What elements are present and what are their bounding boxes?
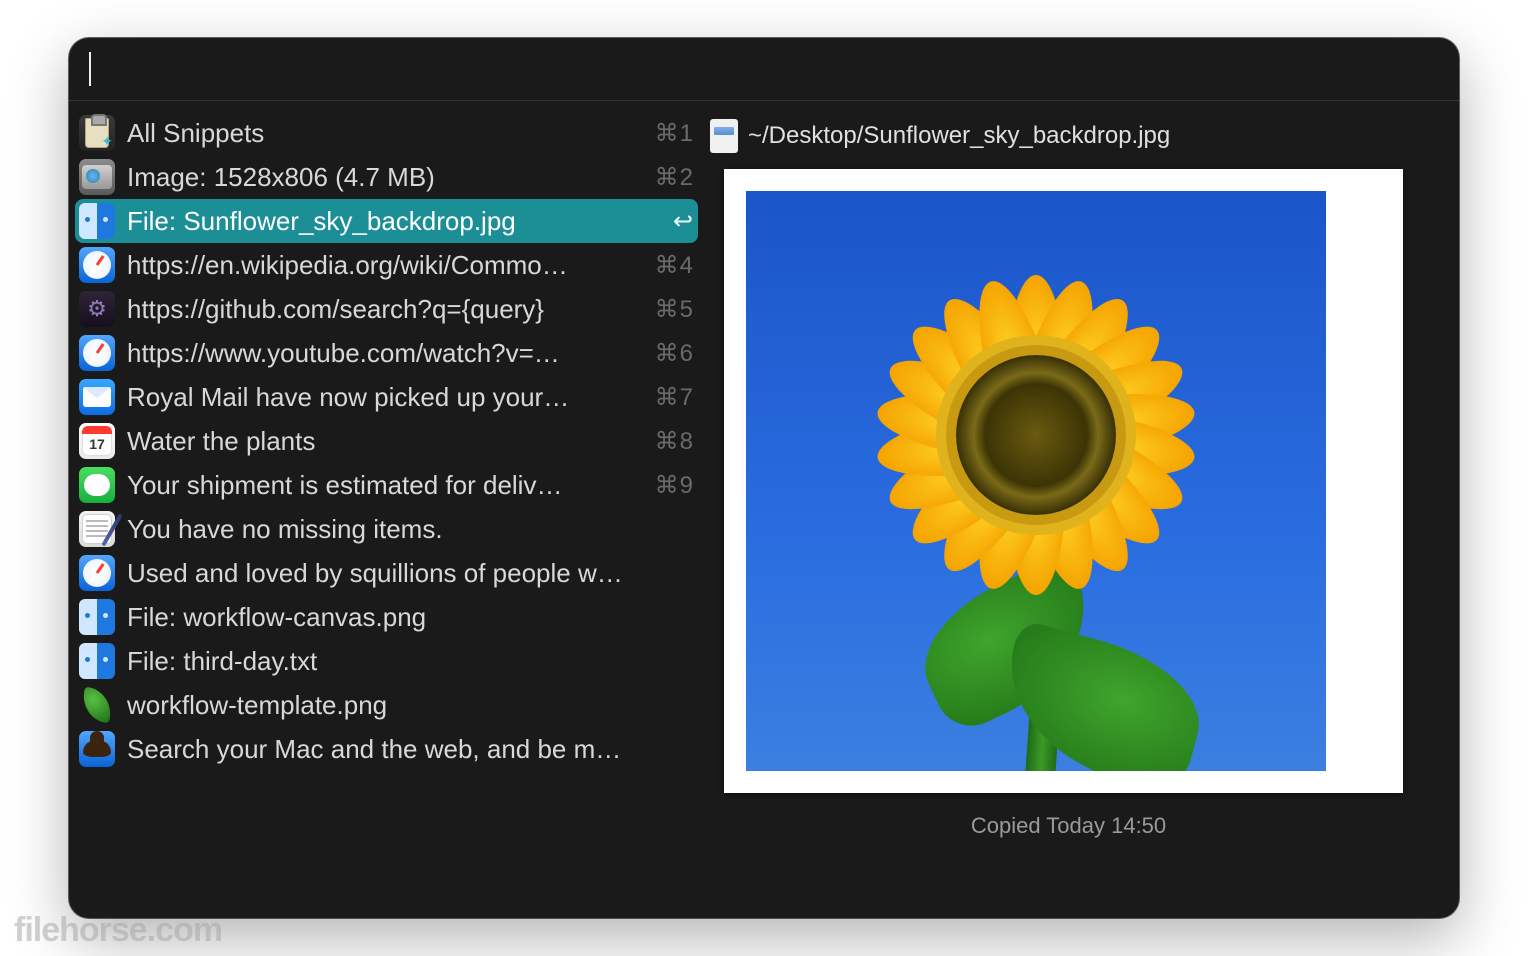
preview-thumbnail [746, 191, 1326, 771]
finder-icon [79, 643, 115, 679]
result-label: Royal Mail have now picked up your… [127, 382, 645, 413]
result-row[interactable]: workflow-template.png [69, 683, 704, 727]
clipboard-window: All Snippets ⌘1 Image: 1528x806 (4.7 MB) ⌘2… [69, 38, 1459, 918]
result-label: You have no missing items. [127, 514, 694, 545]
calendar-icon [79, 423, 115, 459]
safari-icon [79, 247, 115, 283]
notes-icon [79, 511, 115, 547]
preview-file-path: ~/Desktop/Sunflower_sky_backdrop.jpg [704, 119, 1433, 153]
safari-icon [79, 335, 115, 371]
preview-pane: ~/Desktop/Sunflower_sky_backdrop.jpg Cop… [704, 101, 1459, 918]
result-row[interactable]: Used and loved by squillions of people w… [69, 551, 704, 595]
result-label: All Snippets [127, 118, 645, 149]
result-row[interactable]: File: workflow-canvas.png [69, 595, 704, 639]
result-row[interactable]: You have no missing items. [69, 507, 704, 551]
keyboard-shortcut: ⌘2 [655, 163, 694, 192]
preview-icon [79, 159, 115, 195]
result-row[interactable]: All Snippets ⌘1 [69, 111, 704, 155]
keyboard-shortcut: ⌘9 [655, 471, 694, 500]
preview-path-text: ~/Desktop/Sunflower_sky_backdrop.jpg [748, 122, 1170, 150]
finder-icon [79, 599, 115, 635]
keyboard-shortcut: ⌘8 [655, 427, 694, 456]
messages-icon [79, 467, 115, 503]
finder-icon [79, 203, 115, 239]
result-label: File: Sunflower_sky_backdrop.jpg [127, 206, 663, 237]
result-row[interactable]: Your shipment is estimated for deliv… ⌘9 [69, 463, 704, 507]
keyboard-shortcut: ⌘4 [655, 251, 694, 280]
enter-icon: ↩ [673, 207, 694, 236]
result-label: https://github.com/search?q={query} [127, 294, 645, 325]
result-row[interactable]: Water the plants ⌘8 [69, 419, 704, 463]
result-label: File: third-day.txt [127, 646, 694, 677]
result-row[interactable]: Image: 1528x806 (4.7 MB) ⌘2 [69, 155, 704, 199]
safari-icon [79, 555, 115, 591]
results-list: All Snippets ⌘1 Image: 1528x806 (4.7 MB) ⌘2… [69, 101, 704, 918]
result-row[interactable]: Royal Mail have now picked up your… ⌘7 [69, 375, 704, 419]
content-area: All Snippets ⌘1 Image: 1528x806 (4.7 MB) ⌘2… [69, 101, 1459, 918]
gear-icon: ⚙ [79, 291, 115, 327]
result-row[interactable]: File: Sunflower_sky_backdrop.jpg ↩ [75, 199, 698, 243]
result-label: workflow-template.png [127, 690, 694, 721]
leaf-icon [79, 687, 115, 723]
watermark: filehorse.com [14, 911, 222, 950]
result-row[interactable]: https://www.youtube.com/watch?v=… ⌘6 [69, 331, 704, 375]
file-icon [710, 119, 738, 153]
result-label: Search your Mac and the web, and be m… [127, 734, 694, 765]
result-label: File: workflow-canvas.png [127, 602, 694, 633]
clipboard-icon [79, 115, 115, 151]
result-label: Water the plants [127, 426, 645, 457]
result-row[interactable]: https://en.wikipedia.org/wiki/Commo… ⌘4 [69, 243, 704, 287]
keyboard-shortcut: ⌘1 [655, 119, 694, 148]
alfred-icon [79, 731, 115, 767]
result-row[interactable]: ⚙ https://github.com/search?q={query} ⌘5 [69, 287, 704, 331]
copied-timestamp: Copied Today 14:50 [704, 813, 1433, 839]
keyboard-shortcut: ⌘5 [655, 295, 694, 324]
search-input[interactable] [91, 48, 1439, 90]
result-label: https://en.wikipedia.org/wiki/Commo… [127, 250, 645, 281]
keyboard-shortcut: ⌘6 [655, 339, 694, 368]
keyboard-shortcut: ⌘7 [655, 383, 694, 412]
result-label: Image: 1528x806 (4.7 MB) [127, 162, 645, 193]
result-row[interactable]: File: third-day.txt [69, 639, 704, 683]
search-bar[interactable] [69, 38, 1459, 101]
result-row[interactable]: Search your Mac and the web, and be m… [69, 727, 704, 771]
result-label: Used and loved by squillions of people w… [127, 558, 694, 589]
result-label: https://www.youtube.com/watch?v=… [127, 338, 645, 369]
preview-thumbnail-frame [724, 169, 1403, 793]
mail-icon [79, 379, 115, 415]
result-label: Your shipment is estimated for deliv… [127, 470, 645, 501]
